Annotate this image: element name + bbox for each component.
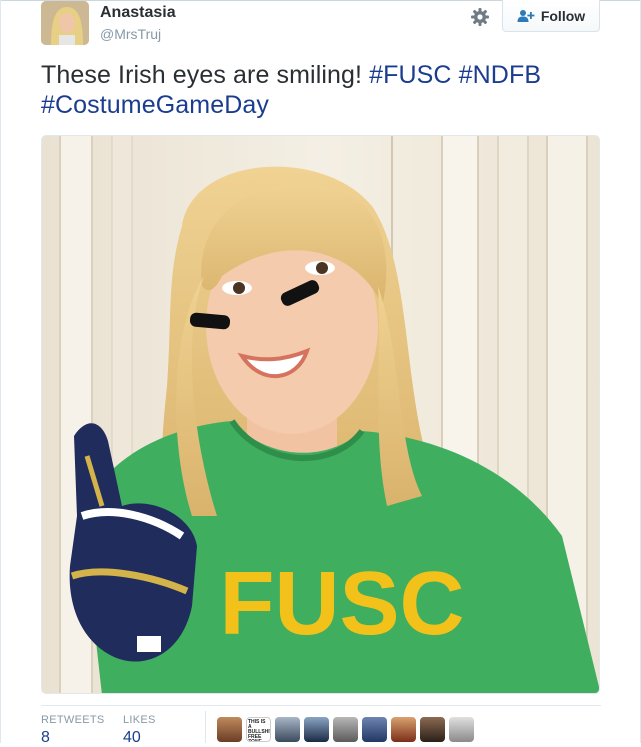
liker-avatar[interactable]	[449, 717, 474, 742]
display-name[interactable]: Anastasia	[100, 4, 176, 22]
liker-avatar[interactable]	[362, 717, 387, 742]
liker-avatar[interactable]	[304, 717, 329, 742]
avatar[interactable]	[41, 1, 89, 45]
retweets-count[interactable]: 8	[41, 729, 50, 747]
screen-name[interactable]: @MrsTruj	[100, 26, 161, 42]
tweet-text: These Irish eyes are smiling! #FUSC #NDF…	[41, 60, 601, 120]
tweet-stats: RETWEETS 8 LIKES 40 THIS IS A BULLSHIT F…	[41, 705, 601, 746]
follow-label: Follow	[540, 7, 586, 24]
liker-avatar[interactable]	[333, 717, 358, 742]
gear-icon[interactable]	[469, 6, 491, 28]
likes-label[interactable]: LIKES	[123, 714, 156, 726]
liker-avatar[interactable]	[391, 717, 416, 742]
stats-divider-line	[41, 705, 601, 706]
likes-count[interactable]: 40	[123, 729, 141, 747]
follow-button[interactable]: Follow	[502, 0, 600, 32]
retweets-label[interactable]: RETWEETS	[41, 714, 105, 726]
liker-avatars: THIS IS A BULLSHIT FREE ZONE	[217, 717, 474, 742]
tweet-photo[interactable]: FUSC	[41, 135, 600, 694]
liker-avatar-text: THIS IS A BULLSHIT FREE ZONE	[248, 719, 271, 742]
card-left-border	[0, 0, 1, 743]
add-user-icon	[517, 9, 535, 23]
hashtag-link[interactable]: #CostumeGameDay	[41, 91, 269, 119]
liker-avatar[interactable]	[217, 717, 242, 742]
hashtag-link[interactable]: #NDFB	[459, 61, 541, 89]
liker-avatar[interactable]	[420, 717, 445, 742]
liker-avatar[interactable]: THIS IS A BULLSHIT FREE ZONE	[246, 717, 271, 742]
hashtag-link[interactable]: #FUSC	[369, 61, 451, 89]
stats-divider	[205, 711, 206, 743]
shirt-text: FUSC	[220, 554, 465, 654]
tweet-text-body: These Irish eyes are smiling!	[41, 61, 370, 89]
liker-avatar[interactable]	[275, 717, 300, 742]
